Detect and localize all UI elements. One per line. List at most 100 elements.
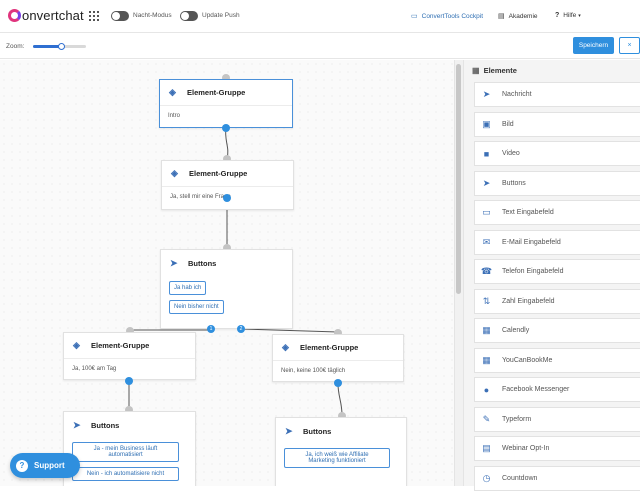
node-title: Buttons xyxy=(188,258,217,268)
help-label: Hilfe xyxy=(563,12,577,19)
update-push-label: Update Push xyxy=(202,12,240,19)
sidebar-title-text: Elemente xyxy=(483,66,517,75)
grid-list-icon: ▦ xyxy=(472,66,480,75)
node-title: Buttons xyxy=(303,426,332,436)
canvas-scrollbar-thumb[interactable] xyxy=(456,64,461,294)
cockpit-link[interactable]: ▭ ConvertTools Cockpit xyxy=(411,12,484,21)
question-icon: ? xyxy=(16,459,28,472)
answer-button[interactable]: Ja, ich weiß wie Affiliate Marketing fun… xyxy=(284,448,390,468)
answer-button[interactable]: Nein bisher nicht xyxy=(169,300,224,314)
element-typeform[interactable]: ✎ Typeform xyxy=(474,407,640,432)
top-bar: onvertchat Nacht-Modus Update Push ▭ Con… xyxy=(0,0,640,33)
answer-button-line: Marketing funktioniert xyxy=(308,458,366,464)
phone-icon: ☎ xyxy=(480,266,493,276)
element-video[interactable]: ■ Video xyxy=(474,141,640,166)
element-calendly[interactable]: ▦ Calendly xyxy=(474,318,640,343)
node-text: Intro xyxy=(168,113,181,119)
element-label: Facebook Messenger xyxy=(502,386,570,393)
element-label: Calendly xyxy=(502,327,530,334)
answer-button-line: automatisiert xyxy=(108,452,143,458)
close-button[interactable]: × xyxy=(619,37,640,54)
node-text: Ja, 100€ am Tag xyxy=(72,366,117,372)
node-header: ◈ Element-Gruppe xyxy=(64,333,195,359)
node-header: ➤ Buttons xyxy=(64,412,195,438)
element-label: Telefon Eingabefeld xyxy=(502,268,564,275)
node-body: Ja, ich weiß wie Affiliate Marketing fun… xyxy=(276,444,406,480)
element-label: E-Mail Eingabefeld xyxy=(502,239,561,246)
cockpit-label: ConvertTools Cockpit xyxy=(421,12,484,20)
node-title: Element-Gruppe xyxy=(300,343,359,352)
node-question[interactable]: ◈ Element-Gruppe Ja, stell mir eine Frag… xyxy=(161,160,294,210)
output-port-1[interactable]: 1 xyxy=(207,325,215,333)
element-countdown[interactable]: ◷ Countdown xyxy=(474,466,640,491)
element-facebook-messenger[interactable]: ● Facebook Messenger xyxy=(474,377,640,402)
output-port[interactable] xyxy=(125,377,133,385)
element-buttons[interactable]: ➤ Buttons xyxy=(474,171,640,196)
video-icon: ■ xyxy=(483,148,490,159)
answer-button[interactable]: Ja hab ich xyxy=(169,281,207,295)
output-port[interactable] xyxy=(223,194,231,202)
node-intro[interactable]: ◈ Element-Gruppe Intro xyxy=(159,79,293,128)
caret-down-icon: ▾ xyxy=(578,12,581,19)
layers-icon: ◈ xyxy=(169,87,176,97)
flow-canvas[interactable]: ◈ Element-Gruppe Intro ◈ Element-Gruppe … xyxy=(0,60,463,486)
element-nachricht[interactable]: ➤ Nachricht xyxy=(474,82,640,107)
node-header: ➤ Buttons xyxy=(276,418,406,444)
image-icon: ▣ xyxy=(482,119,491,129)
node-group-right[interactable]: ◈ Element-Gruppe Nein, keine 100€ täglic… xyxy=(272,334,404,382)
logo-mark xyxy=(8,9,21,22)
output-port[interactable] xyxy=(222,124,230,132)
node-buttons-left[interactable]: ➤ Buttons Ja - mein Business läuft autom… xyxy=(63,411,196,486)
node-buttons-1[interactable]: ➤ Buttons Ja hab ich Nein bisher nicht xyxy=(160,249,293,329)
layers-icon: ◈ xyxy=(73,340,80,350)
element-label: Typeform xyxy=(502,416,532,423)
output-port[interactable] xyxy=(334,379,342,387)
zoom-slider[interactable] xyxy=(33,43,86,50)
element-phone-input[interactable]: ☎ Telefon Eingabefeld xyxy=(474,259,640,284)
element-text-input[interactable]: ▭ Text Eingabefeld xyxy=(474,200,640,225)
question-icon: ? xyxy=(555,12,560,19)
node-group-left[interactable]: ◈ Element-Gruppe Ja, 100€ am Tag xyxy=(63,332,196,380)
node-header: ➤ Buttons xyxy=(161,250,292,276)
zoom-label: Zoom: xyxy=(6,43,25,50)
answer-button[interactable]: Ja - mein Business läuft automatisiert xyxy=(72,442,179,462)
calendar-icon: ▦ xyxy=(482,325,491,335)
update-push-toggle[interactable] xyxy=(180,11,198,21)
node-title: Element-Gruppe xyxy=(189,169,248,178)
node-title: Element-Gruppe xyxy=(91,341,150,350)
node-header: ◈ Element-Gruppe xyxy=(160,80,292,106)
element-number-input[interactable]: ⇅ Zahl Eingabefeld xyxy=(474,289,640,314)
node-header: ◈ Element-Gruppe xyxy=(273,335,403,361)
cursor-icon: ➤ xyxy=(170,257,178,268)
save-button[interactable]: Speichern xyxy=(573,37,614,54)
zoom-slider-thumb[interactable] xyxy=(58,43,66,50)
element-label: Buttons xyxy=(502,180,526,187)
apps-grid-icon[interactable] xyxy=(89,11,99,21)
academy-label: Akademie xyxy=(508,12,538,20)
logo[interactable]: onvertchat xyxy=(8,8,84,23)
element-bild[interactable]: ▣ Bild xyxy=(474,112,640,137)
sidebar-title: ▦ Elemente xyxy=(472,66,517,75)
node-body: Ja - mein Business läuft automatisiert N… xyxy=(64,438,195,486)
academy-link[interactable]: ▤ Akademie xyxy=(498,12,538,21)
node-buttons-right[interactable]: ➤ Buttons Ja, ich weiß wie Affiliate Mar… xyxy=(275,417,407,486)
text-input-icon: ▭ xyxy=(482,207,491,217)
help-menu[interactable]: ? Hilfe ▾ xyxy=(555,12,581,19)
element-label: YouCanBookMe xyxy=(502,357,553,364)
clock-icon: ◷ xyxy=(482,473,491,483)
layers-icon: ◈ xyxy=(171,168,178,178)
book-icon: ▤ xyxy=(498,13,505,20)
element-youcanbookme[interactable]: ▦ YouCanBookMe xyxy=(474,348,640,373)
element-email-input[interactable]: ✉ E-Mail Eingabefeld xyxy=(474,230,640,255)
messenger-icon: ● xyxy=(483,384,490,395)
webinar-icon: ▤ xyxy=(482,443,491,453)
answer-button[interactable]: Nein - ich automatisiere nicht xyxy=(72,467,179,481)
number-icon: ⇅ xyxy=(482,296,491,306)
node-body: Ja hab ich Nein bisher nicht xyxy=(161,276,292,326)
monitor-icon: ▭ xyxy=(411,13,418,20)
output-port-2[interactable]: 2 xyxy=(237,325,245,333)
support-button[interactable]: ? Support xyxy=(10,453,80,478)
element-webinar-optin[interactable]: ▤ Webinar Opt-In xyxy=(474,436,640,461)
night-mode-toggle[interactable] xyxy=(111,11,129,21)
element-label: Webinar Opt-In xyxy=(502,445,550,452)
